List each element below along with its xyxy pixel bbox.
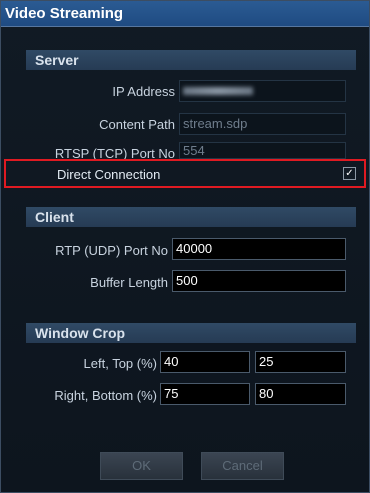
ip-address-redacted <box>183 87 253 95</box>
dialog-titlebar: Video Streaming <box>1 1 369 27</box>
ip-address-field[interactable] <box>179 80 346 102</box>
buffer-length-label: Buffer Length <box>90 275 168 290</box>
left-field[interactable]: 40 <box>160 351 250 373</box>
direct-connection-checkbox[interactable]: ✓ <box>343 167 356 180</box>
window-crop-section-header: Window Crop <box>26 323 356 343</box>
rtp-port-label: RTP (UDP) Port No <box>55 243 168 258</box>
content-path-label: Content Path <box>99 117 175 132</box>
bottom-field[interactable]: 80 <box>255 383 346 405</box>
dialog-title: Video Streaming <box>5 5 124 22</box>
rtsp-port-field[interactable]: 554 <box>179 142 346 159</box>
cancel-button[interactable]: Cancel <box>201 452 284 480</box>
left-top-label: Left, Top (%) <box>83 356 157 371</box>
server-section-header: Server <box>26 50 356 70</box>
video-streaming-dialog: Video Streaming Server IP Address Conten… <box>0 0 370 493</box>
right-bottom-label: Right, Bottom (%) <box>54 388 157 403</box>
rtp-port-field[interactable]: 40000 <box>172 238 346 260</box>
right-field[interactable]: 75 <box>160 383 250 405</box>
checkmark-icon: ✓ <box>345 168 354 179</box>
ip-address-label: IP Address <box>112 84 175 99</box>
direct-connection-row[interactable]: Direct Connection ✓ <box>4 159 366 188</box>
ok-button[interactable]: OK <box>100 452 183 480</box>
client-section-header: Client <box>26 207 356 227</box>
direct-connection-label: Direct Connection <box>57 167 161 182</box>
buffer-length-field[interactable]: 500 <box>172 270 346 292</box>
top-field[interactable]: 25 <box>255 351 346 373</box>
content-path-field[interactable]: stream.sdp <box>179 113 346 135</box>
